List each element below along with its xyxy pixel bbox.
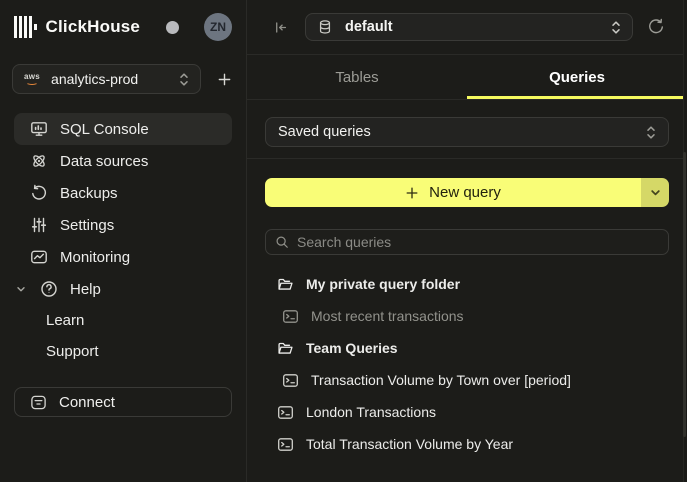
tree-item-label: My private query folder [306,276,460,292]
tree-query[interactable]: Transaction Volume by Town over [period] [247,364,687,396]
tree-query[interactable]: Total Transaction Volume by Year [247,428,687,460]
sidebar-item-label: SQL Console [60,121,149,138]
tab-tables[interactable]: Tables [247,55,467,99]
clickhouse-logo-icon [14,16,37,38]
add-service-button[interactable] [217,72,232,87]
service-row: aws analytics-prod [0,54,246,94]
sidebar-item-support[interactable]: Support [0,336,246,367]
search-box[interactable] [265,229,669,255]
tree-folder[interactable]: My private query folder [247,268,687,300]
sidebar-item-backups[interactable]: Backups [14,177,232,209]
scrollbar-thumb[interactable] [683,152,686,437]
sidebar-item-monitoring[interactable]: Monitoring [14,241,232,273]
tree-item-label: Most recent transactions [311,308,464,324]
sidebar-item-help[interactable]: Help [14,273,232,305]
saved-queries-select[interactable]: Saved queries [265,117,669,147]
panel-header: default [247,0,687,55]
search-input[interactable] [297,234,659,250]
help-icon [40,280,58,298]
service-select[interactable]: aws analytics-prod [12,64,201,94]
database-icon [317,19,333,35]
new-query-main[interactable]: New query [265,178,641,207]
updown-chevron-icon [179,72,189,87]
database-select-value: default [345,19,599,35]
tab-queries[interactable]: Queries [467,55,687,99]
refresh-icon[interactable] [647,18,665,36]
tab-bar: Tables Queries [247,55,687,100]
tree-item-label: Transaction Volume by Town over [period] [311,372,571,388]
tree-query[interactable]: Most recent transactions [247,300,687,332]
query-icon [282,372,299,389]
saved-queries-select-value: Saved queries [278,124,646,140]
chevron-down-icon [650,187,661,198]
plus-icon [405,186,419,200]
sidebar-item-learn[interactable]: Learn [0,305,246,336]
sidebar-subitem-label: Support [46,343,99,360]
connect-icon [30,394,47,411]
saved-queries-row: Saved queries [247,100,687,159]
sidebar-nav: SQL Console Data sources Backups Setting… [0,113,246,367]
tree-item-label: Team Queries [306,340,398,356]
new-query-button[interactable]: New query [265,178,669,207]
new-query-dropdown[interactable] [641,178,669,207]
chevron-down-icon [16,280,26,298]
tree-query[interactable]: London Transactions [247,396,687,428]
connect-button[interactable]: Connect [14,387,232,417]
updown-chevron-icon [646,125,656,140]
tree-folder[interactable]: Team Queries [247,332,687,364]
new-query-label: New query [429,184,501,201]
sidebar-item-label: Backups [60,185,118,202]
tab-label: Tables [335,69,378,86]
tree-item-label: Total Transaction Volume by Year [306,436,513,452]
database-select[interactable]: default [305,13,633,41]
sql-console-icon [30,120,48,138]
avatar[interactable]: ZN [204,13,232,41]
query-icon [282,308,299,325]
sidebar-item-label: Help [70,281,101,298]
tab-label: Queries [549,69,605,86]
collapse-sidebar-icon[interactable] [272,19,289,36]
tree-item-label: London Transactions [306,404,436,420]
sidebar-subitem-label: Learn [46,312,84,329]
backups-icon [30,184,48,202]
sidebar-item-label: Monitoring [60,249,130,266]
search-row [247,207,687,255]
queries-panel: default Tables Queries Saved queries [247,0,687,482]
query-icon [277,436,294,453]
connect-button-label: Connect [59,394,115,411]
aws-icon: aws [24,73,40,85]
status-dot [166,21,179,34]
data-sources-icon [30,152,48,170]
sidebar-item-label: Settings [60,217,114,234]
query-icon [277,404,294,421]
settings-icon [30,216,48,234]
search-icon [275,235,289,249]
sidebar-item-settings[interactable]: Settings [14,209,232,241]
sidebar-item-sql-console[interactable]: SQL Console [14,113,232,145]
updown-chevron-icon [611,20,621,35]
sidebar-item-data-sources[interactable]: Data sources [14,145,232,177]
query-tree: My private query folder Most recent tran… [247,268,687,460]
sidebar-header: ClickHouse ZN [0,0,246,54]
sidebar: ClickHouse ZN aws analytics-prod SQL Con… [0,0,247,482]
folder-open-icon [277,276,294,293]
connect-wrap: Connect [14,387,232,417]
new-query-row: New query [247,159,687,207]
folder-open-icon [277,340,294,357]
monitoring-icon [30,248,48,266]
app-title: ClickHouse [46,17,141,37]
service-select-value: analytics-prod [51,71,168,87]
sidebar-item-label: Data sources [60,153,148,170]
